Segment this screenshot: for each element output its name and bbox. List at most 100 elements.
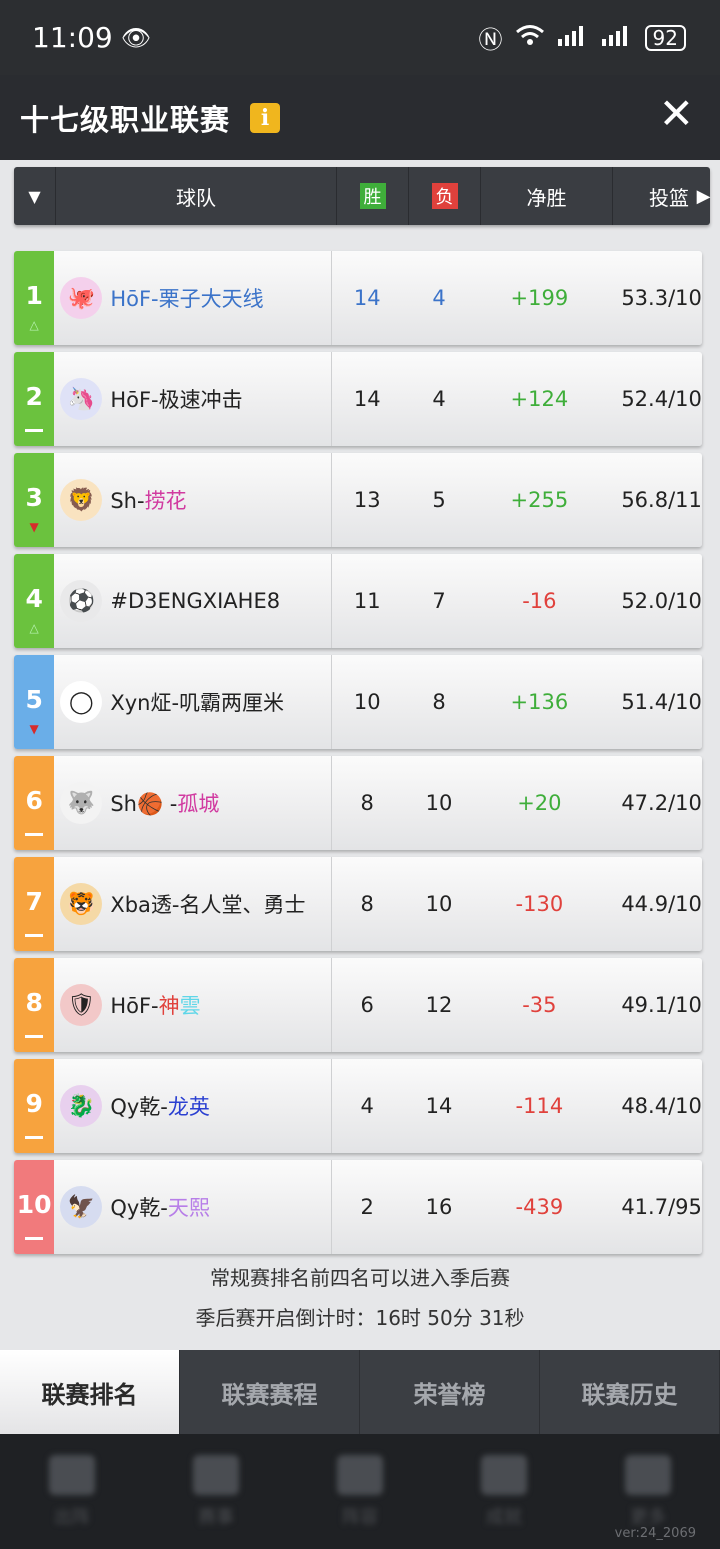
team-row[interactable]: 4 △ ⚽ #D3ENGXIAHE8 11 7 -16 52.0/108 <box>14 554 702 648</box>
team-cell[interactable]: ◯ Xyn炡-叽霸两厘米 <box>54 655 332 749</box>
tab-2[interactable]: 荣誉榜 <box>360 1350 540 1434</box>
scroll-right-icon[interactable]: ▶ <box>697 167 711 225</box>
team-cell[interactable]: 🐉 Qy乾-龙英 <box>54 1059 332 1153</box>
team-row[interactable]: 3 ▼ 🦁 Sh-捞花 13 5 +255 56.8/114 <box>14 453 702 547</box>
bottom-nav-item[interactable]: 出阵 <box>0 1434 144 1549</box>
page-title: 十七级职业联赛 <box>20 102 231 137</box>
info-icon[interactable]: i <box>250 102 281 133</box>
rank-number: 3 <box>25 482 43 512</box>
rank-cell: 2 <box>14 352 55 446</box>
standings-list: 1 △ 🐙 HōF-栗子大天线 14 4 +199 53.3/107 2 🦄 H… <box>14 251 702 1261</box>
trend-up-icon: △ <box>29 621 39 635</box>
team-name-prefix: Qy乾- <box>110 1095 168 1119</box>
league-tabs: 联赛排名 联赛赛程 荣誉榜 联赛历史 <box>0 1350 720 1434</box>
team-cell[interactable]: 🐙 HōF-栗子大天线 <box>54 251 332 345</box>
column-loss[interactable]: 负 <box>409 167 481 225</box>
team-name-prefix: Sh- <box>110 489 145 513</box>
team-cell[interactable]: 🛡 HōF-神雲 <box>54 958 332 1052</box>
tab-1[interactable]: 联赛赛程 <box>180 1350 360 1434</box>
team-logo-icon: ⚽ <box>60 580 103 622</box>
team-name: Qy乾-龙英 <box>110 1091 210 1121</box>
rank-number: 9 <box>25 1088 43 1118</box>
team-logo-icon: 🐉 <box>60 1085 103 1127</box>
wins-value: 4 <box>360 1094 374 1118</box>
trend-same-icon <box>25 1035 44 1038</box>
net-value: -114 <box>515 1094 564 1118</box>
column-net[interactable]: 净胜 <box>481 167 613 225</box>
trend-same-icon <box>25 1136 44 1139</box>
nfc-icon: Ⓝ <box>478 26 503 54</box>
wins-value: 11 <box>353 589 381 613</box>
losses-value: 10 <box>425 892 453 916</box>
losses-value: 16 <box>425 1195 453 1219</box>
team-cell[interactable]: ⚽ #D3ENGXIAHE8 <box>54 554 332 648</box>
losses-value: 7 <box>432 589 446 613</box>
team-name-main: 神 <box>158 994 180 1018</box>
signal-icon <box>557 24 589 52</box>
version-label: ver:24_2069 <box>614 1526 696 1541</box>
team-name: HōF-栗子大天线 <box>110 283 263 313</box>
rank-number: 4 <box>25 583 43 613</box>
team-logo-icon: 🦅 <box>60 1186 103 1228</box>
nav-icon <box>337 1454 383 1495</box>
column-win[interactable]: 胜 <box>337 167 409 225</box>
rank-number: 7 <box>25 886 43 916</box>
nav-icon <box>625 1454 671 1495</box>
fg-value: 47.2/107 <box>621 791 702 815</box>
rank-number: 5 <box>25 684 43 714</box>
team-logo-icon: 🐙 <box>60 277 103 319</box>
column-team[interactable]: 球队 <box>56 167 337 225</box>
column-fg[interactable]: 投篮 <box>613 167 697 225</box>
team-row[interactable]: 8 🛡 HōF-神雲 6 12 -35 49.1/103 <box>14 958 702 1052</box>
team-row[interactable]: 9 🐉 Qy乾-龙英 4 14 -114 48.4/107 <box>14 1059 702 1153</box>
team-cell[interactable]: 🐯 Xba透-名人堂、勇士 <box>54 857 332 951</box>
team-row[interactable]: 2 🦄 HōF-极速冲击 14 4 +124 52.4/105 <box>14 352 702 446</box>
team-name: Xyn炡-叽霸两厘米 <box>110 687 284 717</box>
team-cell[interactable]: 🦁 Sh-捞花 <box>54 453 332 547</box>
team-row[interactable]: 7 🐯 Xba透-名人堂、勇士 8 10 -130 44.9/101 <box>14 857 702 951</box>
team-row[interactable]: 10 🦅 Qy乾-天熙 2 16 -439 41.7/95. <box>14 1160 702 1254</box>
trend-same-icon <box>25 833 44 836</box>
close-icon[interactable]: ✕ <box>659 93 694 135</box>
playoff-note: 常规赛排名前四名可以进入季后赛 <box>210 1266 510 1290</box>
signal-icon-2 <box>601 24 633 52</box>
losses-value: 14 <box>425 1094 453 1118</box>
team-logo-icon: 🛡 <box>60 984 103 1026</box>
team-name-main: #D3ENGXIAHE8 <box>110 589 281 613</box>
rank-cell: 6 <box>14 756 55 850</box>
team-logo-icon: 🦄 <box>60 378 103 420</box>
rank-number: 6 <box>25 785 43 815</box>
team-cell[interactable]: 🦄 HōF-极速冲击 <box>54 352 332 446</box>
bottom-nav-item[interactable]: 成就 <box>432 1434 576 1549</box>
trend-same-icon <box>25 1237 44 1240</box>
net-value: +124 <box>510 387 569 411</box>
net-value: +136 <box>510 690 569 714</box>
rank-cell: 5 ▼ <box>14 655 55 749</box>
team-row[interactable]: 5 ▼ ◯ Xyn炡-叽霸两厘米 10 8 +136 51.4/108 <box>14 655 702 749</box>
team-cell[interactable]: 🦅 Qy乾-天熙 <box>54 1160 332 1254</box>
nav-label: 成就 <box>486 1506 522 1528</box>
net-value: -35 <box>522 993 557 1017</box>
team-name-main-2: 雲 <box>179 994 201 1018</box>
team-row[interactable]: 6 🐺 Sh🏀 -孤城 8 10 +20 47.2/107 <box>14 756 702 850</box>
tab-0[interactable]: 联赛排名 <box>0 1350 180 1434</box>
playoff-countdown: 季后赛开启倒计时：16时 50分 31秒 <box>195 1306 525 1330</box>
tab-3[interactable]: 联赛历史 <box>540 1350 720 1434</box>
eye-icon: 👁 <box>120 23 152 52</box>
team-row[interactable]: 1 △ 🐙 HōF-栗子大天线 14 4 +199 53.3/107 <box>14 251 702 345</box>
sort-dropdown-icon[interactable]: ▼ <box>14 167 56 225</box>
rank-cell: 1 △ <box>14 251 55 345</box>
team-name-prefix: Sh <box>110 792 137 816</box>
bottom-nav-item[interactable]: 赛事 <box>144 1434 288 1549</box>
team-cell[interactable]: 🐺 Sh🏀 -孤城 <box>54 756 332 850</box>
bottom-nav-item[interactable]: 阵容 <box>288 1434 432 1549</box>
rank-cell: 10 <box>14 1160 55 1254</box>
win-badge: 胜 <box>359 183 386 209</box>
losses-value: 12 <box>425 993 453 1017</box>
team-logo-icon: ◯ <box>60 681 103 723</box>
team-name-main: Xyn炡-叽霸两厘米 <box>110 691 285 715</box>
status-bar: 11:09 👁 Ⓝ 92 <box>0 0 720 75</box>
rank-number: 1 <box>25 280 43 310</box>
team-logo-icon: 🐯 <box>60 883 103 925</box>
net-value: +199 <box>510 286 569 310</box>
